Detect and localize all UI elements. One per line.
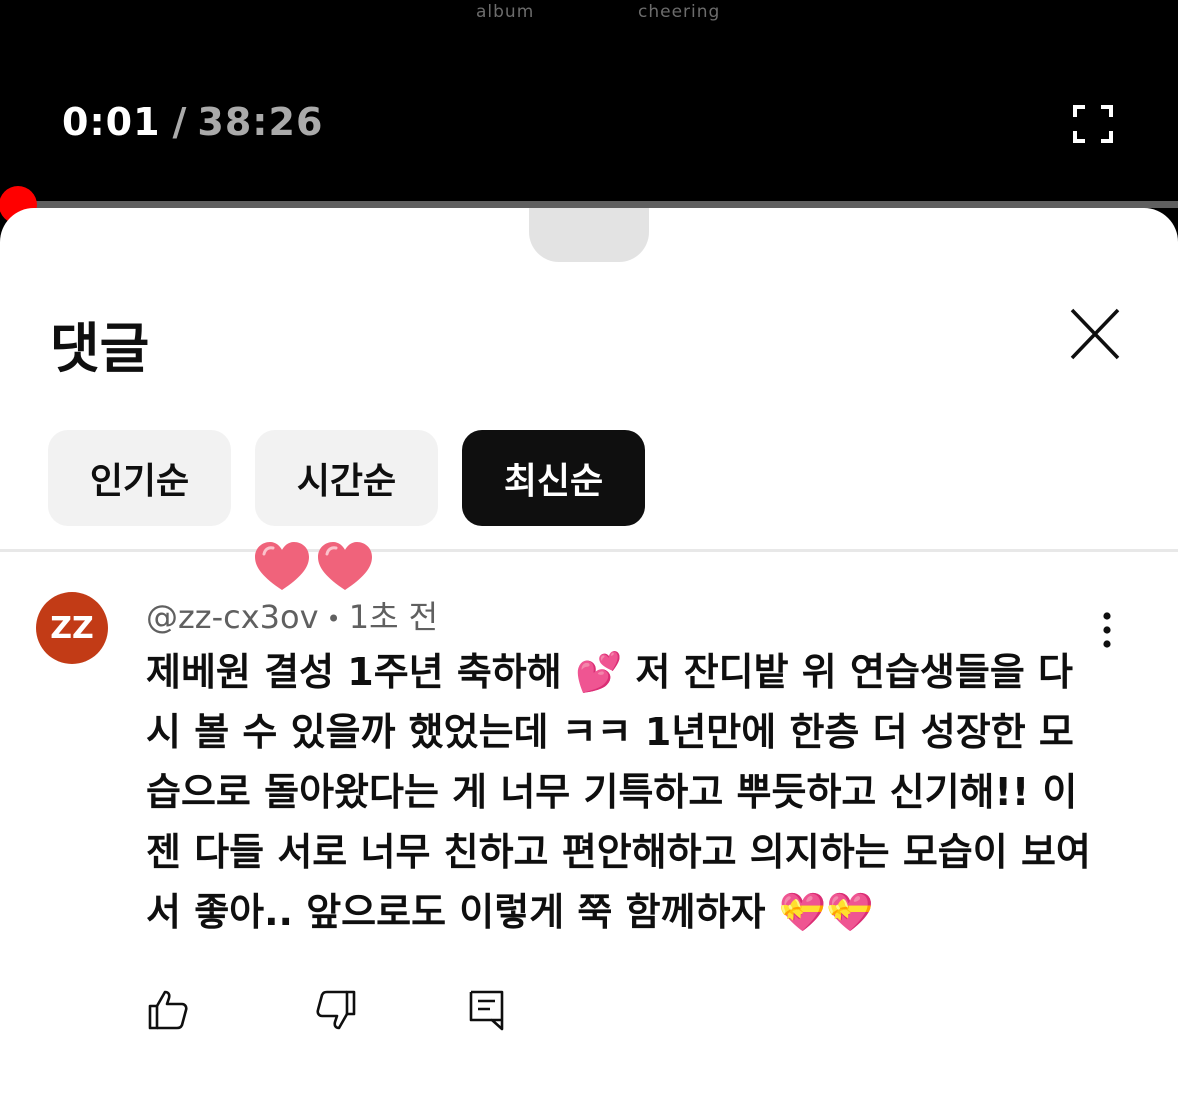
time-separator: / bbox=[172, 100, 188, 144]
meta-separator: • bbox=[326, 605, 341, 633]
close-button[interactable] bbox=[1064, 306, 1126, 362]
close-icon bbox=[1070, 308, 1120, 360]
heart-sticker-icon bbox=[252, 540, 312, 594]
divider bbox=[0, 549, 1178, 552]
current-time: 0:01 bbox=[62, 100, 161, 144]
drag-handle[interactable] bbox=[529, 208, 649, 262]
comment-meta: @zz-cx3ov • 1초 전 bbox=[146, 592, 438, 638]
more-vert-icon[interactable] bbox=[1093, 608, 1121, 652]
like-icon[interactable] bbox=[146, 988, 190, 1032]
chip-popular[interactable]: 인기순 bbox=[48, 430, 231, 526]
heart-sticker-icon bbox=[315, 540, 375, 594]
chip-newest[interactable]: 최신순 bbox=[462, 430, 645, 526]
chip-timestamp[interactable]: 시간순 bbox=[255, 430, 438, 526]
avatar[interactable]: ZZ bbox=[36, 592, 108, 664]
video-caption: album bbox=[476, 2, 535, 22]
comment-text: 제베원 결성 1주년 축하해 💕 저 잔디밭 위 연습생들을 다시 볼 수 있을… bbox=[146, 650, 1091, 934]
duration: 38:26 bbox=[197, 100, 324, 144]
comment-time: 1초 전 bbox=[348, 598, 439, 636]
dislike-icon[interactable] bbox=[314, 988, 358, 1032]
progress-bar[interactable] bbox=[0, 201, 1178, 208]
time-display: 0:01/38:26 bbox=[62, 100, 323, 144]
video-caption: cheering bbox=[638, 2, 721, 22]
fullscreen-icon[interactable] bbox=[1072, 104, 1114, 144]
comments-title: 댓글 bbox=[50, 317, 150, 380]
video-player[interactable]: album cheering 0:01/38:26 bbox=[0, 0, 1178, 224]
comments-sheet: 댓글 인기순 시간순 최신순 ZZ @zz-cx3ov • 1초 전 제베원 결… bbox=[0, 208, 1178, 1103]
comment-author[interactable]: @zz-cx3ov bbox=[146, 598, 319, 636]
reply-icon[interactable] bbox=[466, 988, 510, 1032]
